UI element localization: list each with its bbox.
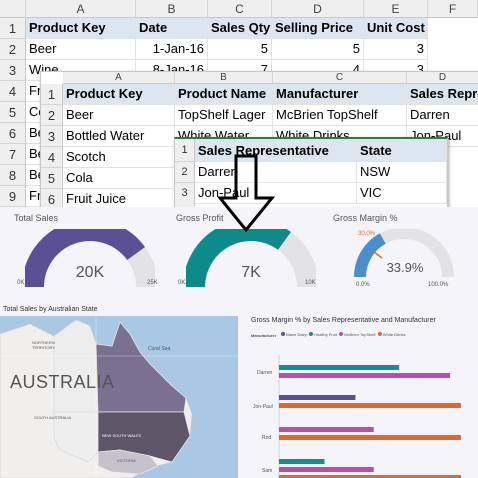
row-number[interactable]: 8 — [0, 165, 26, 186]
bar-rod-white-drinks[interactable] — [279, 435, 461, 440]
table-cell[interactable]: Scotch — [63, 147, 175, 168]
col-header-a[interactable]: A — [26, 0, 136, 18]
col-header-b[interactable]: B — [175, 72, 273, 84]
row-number[interactable]: 6 — [41, 189, 63, 208]
row-number[interactable]: 5 — [41, 168, 63, 189]
table-cell[interactable]: TopShelf Lager — [175, 105, 273, 126]
col-header-f[interactable]: F — [428, 0, 478, 18]
table-cell[interactable]: Darren — [407, 105, 478, 126]
bar-rod-mcbrien-topshelf[interactable] — [279, 427, 374, 432]
row-number[interactable]: 7 — [0, 144, 26, 165]
table-cell[interactable]: Beer — [26, 39, 136, 60]
col-header-c[interactable]: C — [208, 0, 272, 18]
table-cell[interactable]: Bottled Water — [63, 126, 175, 147]
bar-jon-paul-white-drinks[interactable] — [279, 403, 461, 408]
col-header-b[interactable]: B — [136, 0, 208, 18]
row-number[interactable]: 2 — [41, 105, 63, 126]
header-cell[interactable]: Sales Repre — [407, 84, 478, 105]
header-cell[interactable]: Sales Qty — [208, 18, 272, 39]
row-number[interactable]: 9 — [0, 186, 26, 207]
table-cell[interactable]: NSW — [357, 162, 447, 183]
down-arrow-annotation — [218, 154, 276, 233]
col-header-e[interactable]: E — [364, 0, 428, 18]
row-number[interactable]: 2 — [0, 39, 26, 60]
table-cell[interactable]: Cola — [63, 168, 175, 189]
table-cell[interactable]: McBrien TopShelf — [273, 105, 407, 126]
row-number[interactable]: 3 — [41, 126, 63, 147]
header-cell[interactable]: Product Key — [26, 18, 136, 39]
table-cell[interactable]: 5 — [208, 39, 272, 60]
col-header-a[interactable]: A — [63, 72, 175, 84]
table-cell[interactable]: 1-Jan-16 — [136, 39, 208, 60]
bar-chart — [278, 355, 461, 478]
table-cell[interactable]: 3 — [364, 39, 428, 60]
header-cell[interactable]: State — [357, 139, 447, 162]
row-number[interactable]: 4 — [41, 147, 63, 168]
bar-darren-healthy-fruit[interactable] — [279, 365, 400, 370]
dashboard: Total Sales Gross Profit Gross Margin % … — [0, 207, 478, 478]
table-cell[interactable]: 5 — [272, 39, 364, 60]
row-number[interactable]: 1 — [41, 84, 63, 105]
row-number[interactable]: 2 — [175, 162, 195, 183]
col-header-c[interactable]: C — [273, 72, 407, 84]
header-cell[interactable]: Product Key — [63, 84, 175, 105]
header-cell[interactable]: Product Name — [175, 84, 273, 105]
row-number[interactable]: 1 — [175, 139, 195, 162]
bar-sam-healthy-fruit[interactable] — [279, 459, 325, 464]
row-number[interactable]: 1 — [0, 18, 26, 39]
header-cell[interactable]: Selling Price — [272, 18, 364, 39]
bar-jon-paul-blane-dairy[interactable] — [279, 395, 356, 400]
header-cell[interactable]: Date — [136, 18, 208, 39]
col-header-d[interactable]: D — [272, 0, 364, 18]
bar-darren-mcbrien-topshelf[interactable] — [279, 373, 451, 378]
table-cell[interactable]: VIC — [357, 183, 447, 204]
bar-sam-mcbrien-topshelf[interactable] — [279, 467, 374, 472]
row-number[interactable]: 4 — [0, 81, 26, 102]
header-cell[interactable]: Manufacturer — [273, 84, 407, 105]
header-cell[interactable]: Unit Cost — [364, 18, 428, 39]
corner-cell[interactable] — [0, 0, 26, 18]
spreadsheet-reps: 1 2 3 Sales Representative State Darren … — [174, 137, 448, 210]
row-number[interactable]: 6 — [0, 123, 26, 144]
table-cell[interactable]: Beer — [63, 105, 175, 126]
row-number[interactable]: 3 — [175, 183, 195, 209]
col-header-d[interactable]: D — [407, 72, 478, 84]
row-number[interactable]: 3 — [0, 60, 26, 81]
row-number[interactable]: 5 — [0, 102, 26, 123]
